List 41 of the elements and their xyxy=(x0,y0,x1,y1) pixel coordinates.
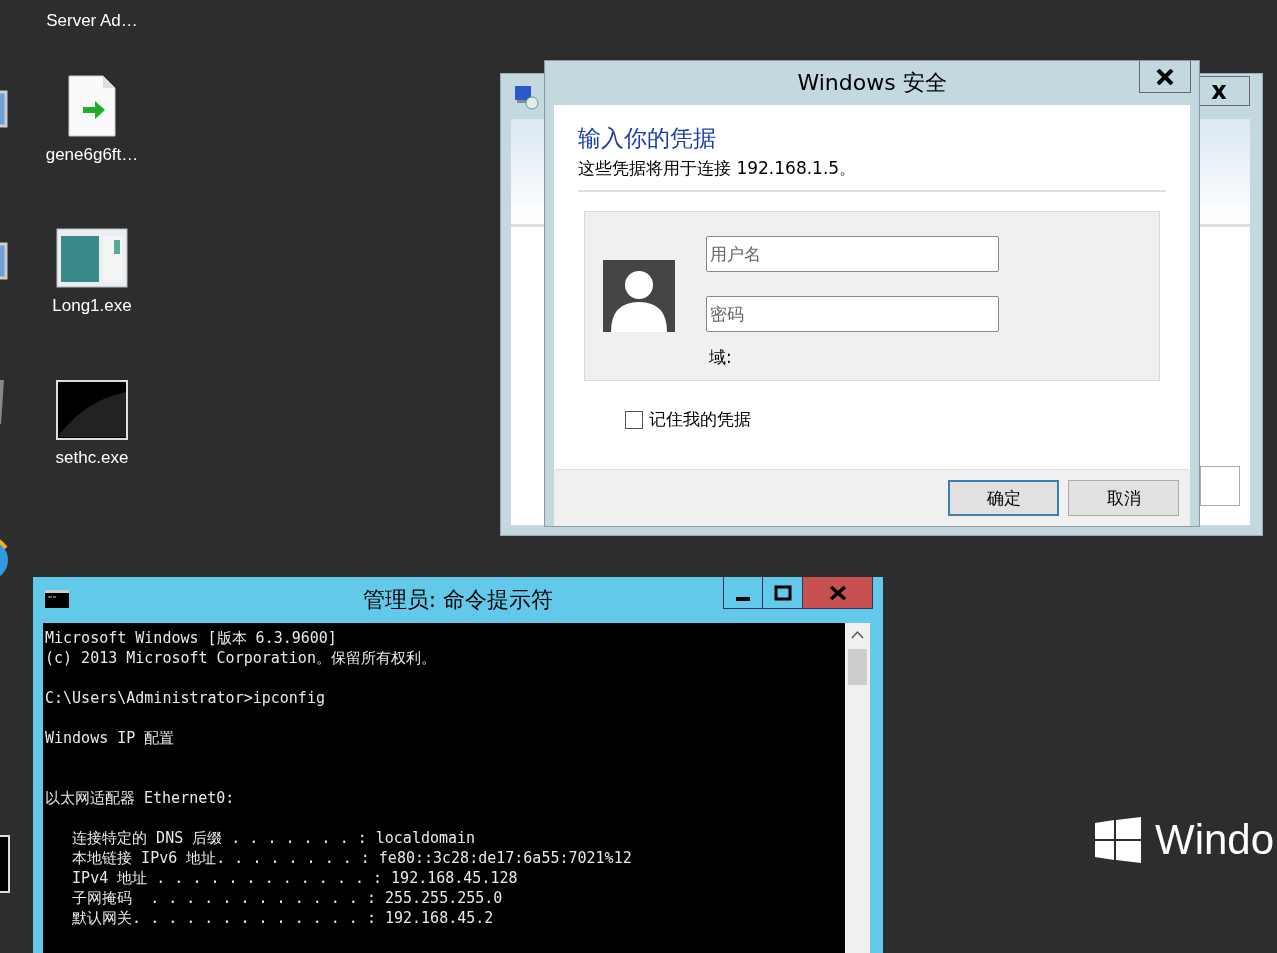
console-line: C:\Users\Administrator>ipconfig xyxy=(45,688,326,708)
icon-label: sethc.exe xyxy=(55,448,129,468)
password-field[interactable]: 密码 xyxy=(706,296,999,332)
user-avatar-icon xyxy=(603,260,675,332)
console-line: IPv4 地址 . . . . . . . . . . . . : 192.168.45.128 xyxy=(71,868,519,888)
dialog-title: Windows 安全 xyxy=(797,69,947,97)
minimize-button[interactable] xyxy=(723,577,763,609)
close-button[interactable] xyxy=(1139,61,1191,93)
domain-label: 域: xyxy=(709,346,733,369)
username-field[interactable]: 用户名 xyxy=(706,236,999,272)
icon-label: gene6g6ft… xyxy=(45,145,139,165)
console-line: 本地链接 IPv6 地址. . . . . . . . : fe80::3c28:de17:6a55:7021%12 xyxy=(71,848,633,868)
maximize-icon xyxy=(773,584,792,601)
ok-button[interactable]: 确定 xyxy=(948,480,1059,516)
console-icon xyxy=(56,380,128,440)
console-line: 默认网关. . . . . . . . . . . . . : 192.168.45.2 xyxy=(71,908,495,928)
close-icon xyxy=(828,585,847,600)
console-line: 子网掩码 . . . . . . . . . . . . : 255.255.255.0 xyxy=(71,888,504,908)
minimize-icon xyxy=(736,596,750,601)
console-line: (c) 2013 Microsoft Corporation。保留所有权利。 xyxy=(45,648,437,668)
scroll-thumb[interactable] xyxy=(848,649,867,685)
remember-checkbox[interactable] xyxy=(625,410,643,429)
cancel-button[interactable]: 取消 xyxy=(1068,480,1179,516)
window-icon xyxy=(56,228,128,288)
scrollbar[interactable] xyxy=(845,623,870,953)
console-line: Microsoft Windows [版本 6.3.9600] xyxy=(45,628,338,648)
brand-text: Windo xyxy=(1155,816,1275,864)
console-line: 连接特定的 DNS 后缀 . . . . . . . : localdomain xyxy=(71,828,477,848)
windows-logo-icon xyxy=(1095,817,1141,863)
document-icon xyxy=(67,75,117,137)
close-icon xyxy=(1156,68,1174,85)
icon-label: Server Ad… xyxy=(45,11,139,31)
icon-label: Long1.exe xyxy=(52,296,132,316)
remote-desktop-icon xyxy=(513,84,539,110)
console-icon xyxy=(45,590,69,608)
dialog-subtitle: 这些凭据将用于连接 192.168.1.5。 xyxy=(578,157,1166,192)
checkbox-label: 记住我的凭据 xyxy=(649,408,751,431)
console-line: Windows IP 配置 xyxy=(45,728,176,748)
console-line: 以太网适配器 Ethernet0: xyxy=(45,788,236,808)
window-title: 管理员: 命令提示符 xyxy=(362,586,554,614)
dialog-heading: 输入你的凭据 xyxy=(578,124,717,153)
